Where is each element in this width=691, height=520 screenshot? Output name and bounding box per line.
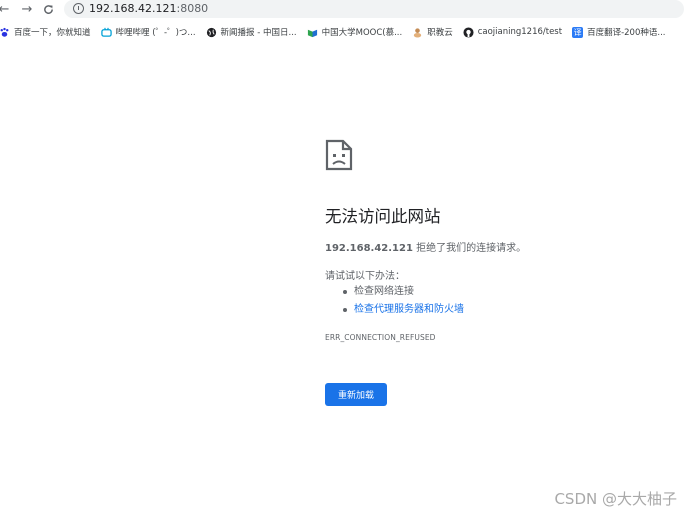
globe-icon	[206, 27, 217, 38]
bookmark-github[interactable]: caojianing1216/test	[463, 26, 563, 38]
zhijiaoyun-icon	[412, 27, 423, 38]
bookmark-label: 哔哩哔哩 (゜-゜)つ...	[115, 28, 196, 38]
bookmark-label: 职教云	[427, 28, 453, 38]
url-host: 192.168.42.121	[89, 2, 177, 15]
bookmark-zhijiaoyun[interactable]: 职教云	[412, 26, 453, 38]
bookmark-label: 中国大学MOOC(慕...	[321, 28, 403, 38]
suggestion-item: 检查代理服务器和防火墙	[325, 301, 464, 319]
github-icon	[463, 26, 474, 38]
reload-icon[interactable]	[40, 1, 56, 17]
paw-icon	[0, 27, 10, 38]
error-message: 拒绝了我们的连接请求。	[412, 243, 527, 254]
error-host: 192.168.42.121	[325, 243, 413, 254]
csdn-watermark: CSDN @大大柚子	[554, 490, 677, 508]
bookmark-bilibili[interactable]: 哔哩哔哩 (゜-゜)つ...	[100, 26, 196, 38]
bookmark-mooc[interactable]: 中国大学MOOC(慕...	[307, 26, 403, 38]
suggestion-check-proxy-link[interactable]: 检查代理服务器和防火墙	[354, 304, 464, 315]
bilibili-icon	[100, 27, 112, 38]
bookmark-label: 新闻播报 - 中国日...	[220, 28, 297, 38]
bookmark-label: caojianing1216/test	[477, 27, 563, 37]
bookmark-baidu[interactable]: 百度一下，你就知道	[0, 26, 91, 38]
suggestions-heading: 请试试以下办法：	[325, 271, 405, 282]
sad-page-icon	[325, 139, 353, 171]
bookmark-label: 百度翻译-200种语...	[587, 28, 666, 38]
error-code: ERR_CONNECTION_REFUSED	[325, 333, 436, 342]
bookmark-label: 百度一下，你就知道	[14, 28, 91, 38]
bookmark-news[interactable]: 新闻播报 - 中国日...	[206, 26, 297, 38]
bookmarks-bar: 百度一下，你就知道 哔哩哔哩 (゜-゜)つ... 新闻播报 - 中国日... 中…	[0, 22, 691, 42]
arrow-left-icon[interactable]: ←	[0, 1, 12, 17]
mooc-icon	[307, 27, 318, 38]
info-icon[interactable]	[73, 3, 84, 14]
arrow-right-icon[interactable]: →	[19, 1, 35, 17]
suggestion-check-network: 检查网络连接	[354, 286, 414, 297]
browser-window: ← → 192.168.42.121:8080 百度一下，你就知道 哔哩哔哩 (…	[0, 0, 691, 520]
browser-toolbar: ← → 192.168.42.121:8080	[0, 0, 691, 20]
address-bar[interactable]: 192.168.42.121:8080	[64, 0, 684, 18]
bookmark-baidu-translate[interactable]: 译 百度翻译-200种语...	[572, 26, 665, 38]
url-text: 192.168.42.121:8080	[89, 2, 208, 16]
translate-icon: 译	[572, 26, 584, 38]
reload-button[interactable]: 重新加载	[325, 383, 387, 406]
suggestion-item: 检查网络连接	[325, 283, 464, 301]
suggestions-list: 检查网络连接 检查代理服务器和防火墙	[325, 283, 464, 319]
error-title: 无法访问此网站	[325, 207, 441, 226]
error-summary: 192.168.42.121 拒绝了我们的连接请求。	[325, 239, 526, 254]
url-port: :8080	[176, 2, 209, 15]
